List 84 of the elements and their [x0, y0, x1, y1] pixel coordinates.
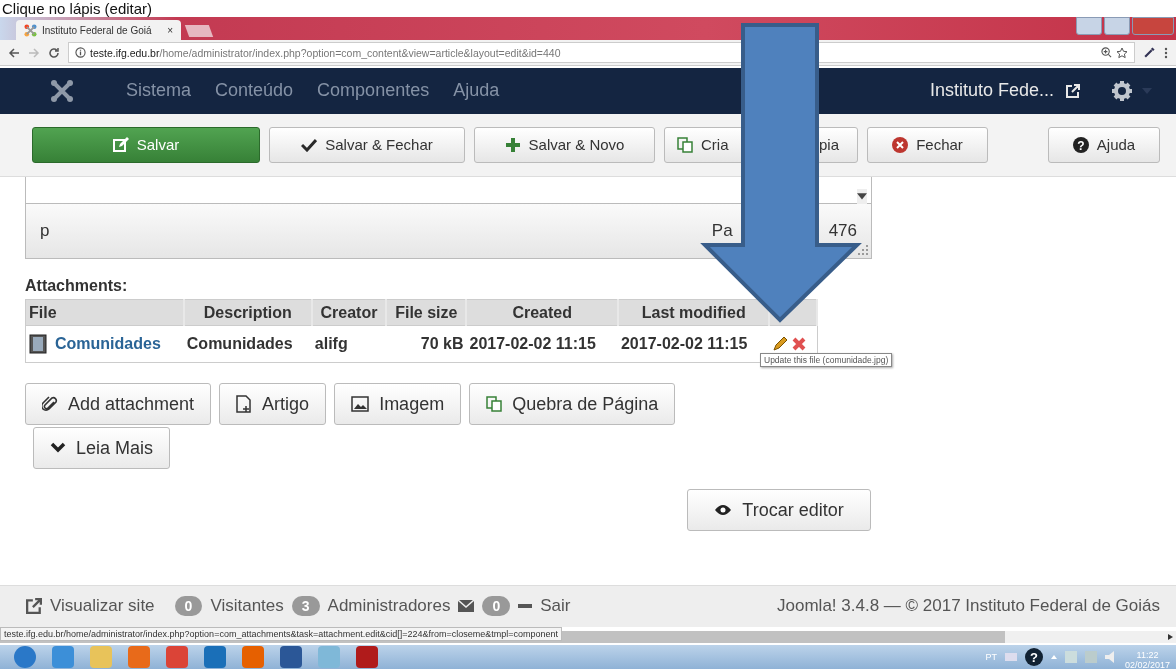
help-button[interactable]: ? Ajuda [1048, 126, 1160, 163]
file-plus-icon [236, 395, 253, 414]
table-cell: 2017-02-02 11:15 [466, 325, 618, 363]
image-button[interactable]: Imagem [334, 383, 462, 426]
external-link-icon [26, 598, 42, 615]
forward-icon[interactable] [28, 46, 40, 59]
external-link-icon [1066, 83, 1080, 98]
help-icon[interactable]: ? [1024, 648, 1043, 667]
column-header: Last modified [617, 299, 770, 326]
column-header: Creator [311, 299, 387, 326]
minimize-button[interactable] [1076, 17, 1102, 35]
copy-icon [677, 136, 693, 153]
help-icon: ? [1072, 136, 1089, 153]
mail-icon [458, 600, 475, 613]
eye-icon [714, 504, 733, 517]
file-link[interactable]: Comunidades [55, 335, 161, 354]
count-badge: 0 [482, 596, 511, 617]
plus-icon [504, 136, 521, 153]
menu-item[interactable]: Sistema [126, 80, 192, 102]
attachment-button[interactable]: Add attachment [25, 383, 212, 426]
reload-icon[interactable] [48, 46, 60, 59]
close-icon [892, 136, 909, 153]
column-header: File [25, 299, 184, 326]
scroll-right-icon[interactable] [1168, 634, 1173, 641]
delete-icon[interactable] [791, 336, 808, 353]
chevron-down-icon [50, 442, 66, 455]
star-icon[interactable] [1116, 46, 1128, 59]
logout-link[interactable]: Sair [540, 596, 571, 617]
edit-icon [112, 136, 129, 153]
table-cell: alifg [311, 325, 387, 363]
menu-item[interactable]: Conteúdo [215, 80, 294, 102]
menu-item[interactable]: Componentes [317, 80, 430, 102]
copyright-text: Joomla! 3.4.8 — © 2017 Instituto Federal de Goiás [777, 596, 1160, 617]
file-icon [29, 334, 47, 355]
caption-text: Clique no lápis (editar) [1, 0, 153, 17]
menu-icon[interactable] [1164, 46, 1168, 59]
menu-item[interactable]: Ajuda [453, 80, 500, 102]
caret-icon[interactable] [1050, 655, 1057, 660]
view-site-link[interactable]: Visualizar site [50, 596, 155, 617]
site-link[interactable]: Instituto Fede... [929, 80, 1080, 102]
word-count: 476 [828, 221, 857, 242]
column-header: Created [466, 299, 618, 326]
column-header: File size [386, 299, 467, 326]
browser-tab[interactable]: Instituto Federal de Goiá × [16, 20, 181, 40]
pagebreak-button[interactable]: Quebra de Página [469, 383, 676, 426]
admins-label: Administradores [327, 596, 451, 617]
scroll-down-icon[interactable] [857, 189, 867, 206]
eyedropper-icon[interactable] [1143, 46, 1156, 59]
readmore-button[interactable]: Leia Mais [33, 427, 171, 470]
count-badge: 3 [291, 596, 320, 617]
maximize-button[interactable] [1104, 17, 1130, 35]
word-count: Pa [711, 221, 733, 242]
copy-icon [486, 396, 503, 413]
tab-title: Instituto Federal de Goiá [42, 24, 153, 36]
zoom-icon[interactable] [1101, 47, 1112, 58]
tooltip: Update this file (comunidade.jpg) [760, 353, 893, 368]
info-icon [75, 47, 86, 58]
resize-grip-icon[interactable] [858, 245, 868, 256]
tab-close-button[interactable]: × [167, 24, 173, 36]
volume-icon[interactable] [1104, 651, 1117, 664]
visitors-label: Visitantes [210, 596, 284, 617]
check-icon [301, 137, 318, 152]
save-new-button[interactable]: Salvar & Novo [474, 126, 655, 163]
article-button[interactable]: Artigo [219, 383, 327, 426]
paperclip-icon [42, 395, 58, 414]
toggle-editor-button[interactable]: Trocar editor [687, 489, 871, 532]
address-bar[interactable]: teste.ifg.edu.br/home/administrator/index.php?option=com_content&view=article&layout=edit&id=440 [68, 42, 1135, 63]
save-button[interactable]: Salvar [32, 126, 260, 163]
close-button[interactable] [1132, 17, 1174, 35]
element-path: p [40, 221, 50, 242]
count-badge: 0 [174, 596, 203, 617]
settings-icon [1112, 80, 1132, 101]
close-button[interactable]: Fechar [867, 126, 988, 163]
settings-menu[interactable] [1112, 80, 1152, 101]
table-cell: Comunidades [183, 325, 312, 363]
picture-icon [351, 396, 370, 413]
link-status-url: teste.ifg.edu.br/home/administrator/index.php?option=com_attachments&task=attachment.edit&cid[]=224&from=closeme&tmpl=component [0, 627, 563, 642]
table-cell: 70 kB [386, 325, 467, 363]
new-tab-button[interactable] [184, 25, 214, 37]
back-icon[interactable] [8, 46, 20, 59]
save-close-button[interactable]: Salvar & Fechar [269, 126, 465, 163]
minus-icon [518, 604, 533, 609]
column-header: Description [183, 299, 312, 326]
section-heading: Attachments: [25, 277, 129, 296]
